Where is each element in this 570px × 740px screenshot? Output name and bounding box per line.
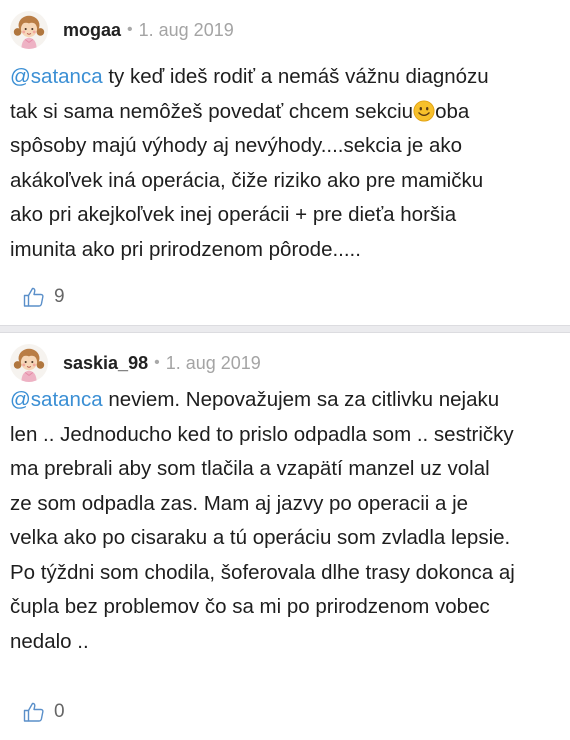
girl-avatar-icon [10, 11, 48, 49]
like-count: 9 [54, 286, 65, 307]
girl-avatar-icon [10, 344, 48, 382]
comment-line: @satanca ty keď ideš rodiť a nemáš vážnu… [10, 60, 560, 95]
comment-header: mogaa • 1. aug 2019 [10, 10, 234, 50]
comment-text: neviem. Nepovažujem sa za citlivku nejak… [102, 388, 500, 411]
mention-link[interactable]: @satanca [10, 388, 103, 411]
like-count: 0 [54, 701, 65, 722]
comment-date: 1. aug 2019 [138, 19, 234, 40]
avatar[interactable] [10, 11, 48, 49]
comment-text: ty keď ideš rodiť a nemáš vážnu diagnózu [102, 65, 489, 88]
comment-header: saskia_98 • 1. aug 2019 [10, 343, 261, 383]
comment-line: čupla bez problemov čo sa mi po prirodze… [10, 595, 490, 618]
username[interactable]: saskia_98 [63, 353, 148, 374]
comment-date: 1. aug 2019 [165, 352, 261, 373]
comment-divider [0, 325, 570, 333]
avatar[interactable] [10, 344, 48, 382]
comment-body: @satanca ty keď ideš rodiť a nemáš vážnu… [10, 60, 560, 267]
comment: saskia_98 • 1. aug 2019 @satanca neviem.… [0, 333, 570, 740]
comment-body: @satanca neviem. Nepovažujem sa za citli… [10, 383, 560, 659]
like-button[interactable]: 0 [22, 700, 65, 724]
comment-line: Po týždni som chodila, šoferovala dlhe t… [10, 560, 515, 584]
comment-line: tak si sama nemôžeš povedať chcem sekciu… [10, 95, 560, 130]
comment-text: oba [435, 99, 470, 123]
thumbs-up-icon [22, 285, 46, 309]
comment-line: ze som odpadla zas. Mam aj jazvy po oper… [10, 491, 469, 515]
username[interactable]: mogaa [63, 20, 121, 41]
comment-line: @satanca neviem. Nepovažujem sa za citli… [10, 383, 560, 418]
comment-line: ako pri akejkoľvek inej operácii + pre d… [10, 203, 457, 226]
smiley-emoji-icon [413, 100, 435, 122]
comment: mogaa • 1. aug 2019 @satanca ty keď ideš… [0, 0, 570, 325]
comment-line: ma prebrali aby som tlačila a vzapätí ma… [10, 457, 490, 480]
mention-link[interactable]: @satanca [10, 65, 103, 88]
like-button[interactable]: 9 [22, 285, 65, 309]
comment-line: akákoľvek iná operácia, čiže riziko ako … [10, 168, 484, 192]
comment-line: imunita ako pri prirodzenom pôrode..... [10, 237, 361, 261]
thumbs-up-icon [22, 700, 46, 724]
comment-line: spôsoby majú výhody aj nevýhody....sekci… [10, 134, 463, 157]
meta-separator: • [127, 21, 133, 38]
comment-line: len .. Jednoducho ked to prislo odpadla … [10, 422, 514, 446]
meta-separator: • [154, 354, 160, 371]
comment-line: velka ako po cisaraku a tú operáciu som … [10, 526, 511, 549]
comment-line: nedalo .. [10, 629, 89, 653]
comment-text: tak si sama nemôžeš povedať chcem sekciu [10, 99, 414, 123]
